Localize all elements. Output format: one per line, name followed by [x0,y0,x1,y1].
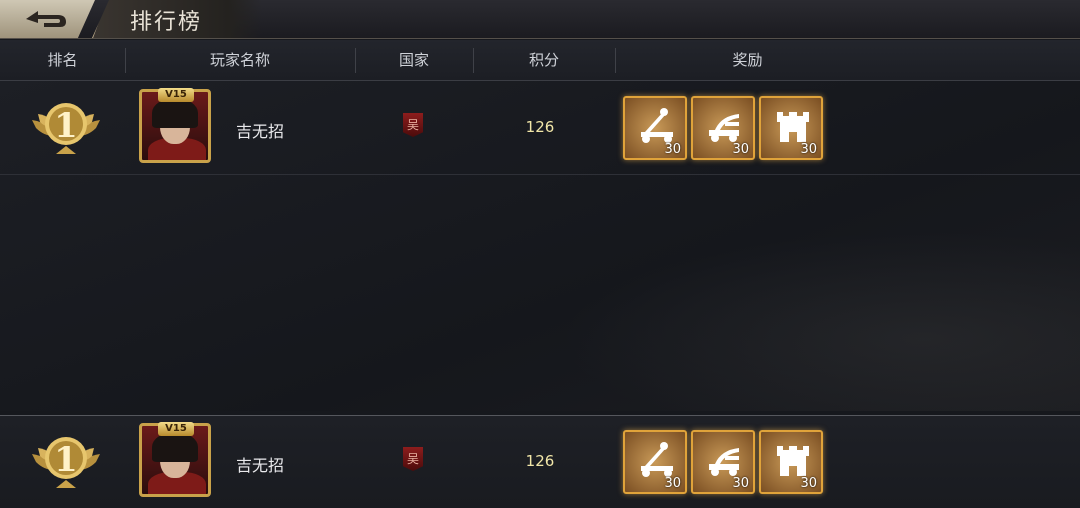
country-banner: 吴 [403,113,423,137]
table-header: 排名 玩家名称 国家 积分 奖励 [0,40,1080,81]
player-name: 吉无招 [236,122,285,141]
ballista-icon [709,448,739,476]
my-ranking-row[interactable]: 1 V15 吉无招 吴 126 30 30 30 [0,415,1080,508]
reward-item[interactable]: 30 [623,430,687,494]
ranking-row[interactable]: 1 V15 吉无招 吴 126 30 30 30 [0,82,1080,175]
country-banner: 吴 [403,447,423,471]
header-score: 积分 [528,51,559,69]
reward-item[interactable]: 30 [759,96,823,160]
reward-count: 30 [732,476,749,491]
header-player-name: 玩家名称 [209,51,270,69]
back-arrow-icon [26,11,66,27]
page-title: 排行榜 [130,10,203,35]
reward-item[interactable]: 30 [691,430,755,494]
reward-count: 30 [664,142,681,157]
reward-item[interactable]: 30 [623,96,687,160]
reward-count: 30 [800,476,817,491]
player-score: 126 [525,452,555,470]
rank-number: 1 [54,440,78,480]
catapult-icon [641,442,673,477]
reward-count: 30 [664,476,681,491]
header-country: 国家 [398,51,429,69]
back-button[interactable] [0,0,95,38]
reward-item[interactable]: 30 [691,96,755,160]
rank-number: 1 [54,106,78,146]
reward-item[interactable]: 30 [759,430,823,494]
player-name: 吉无招 [236,456,285,475]
ballista-icon [709,114,739,142]
rank-medal-icon: 1 [32,103,100,154]
header-reward: 奖励 [732,51,763,69]
rank-medal-icon: 1 [32,437,100,488]
player-score: 126 [525,118,555,136]
vip-badge: V15 [158,422,194,436]
reward-count: 30 [800,142,817,157]
top-bar: 排行榜 [0,0,1080,39]
catapult-icon [641,108,673,143]
vip-badge: V15 [158,88,194,102]
reward-count: 30 [732,142,749,157]
fortress-icon [777,446,809,476]
avatar-hair [152,98,198,128]
fortress-icon [777,112,809,142]
header-rank: 排名 [47,51,78,69]
avatar-hair [152,432,198,462]
